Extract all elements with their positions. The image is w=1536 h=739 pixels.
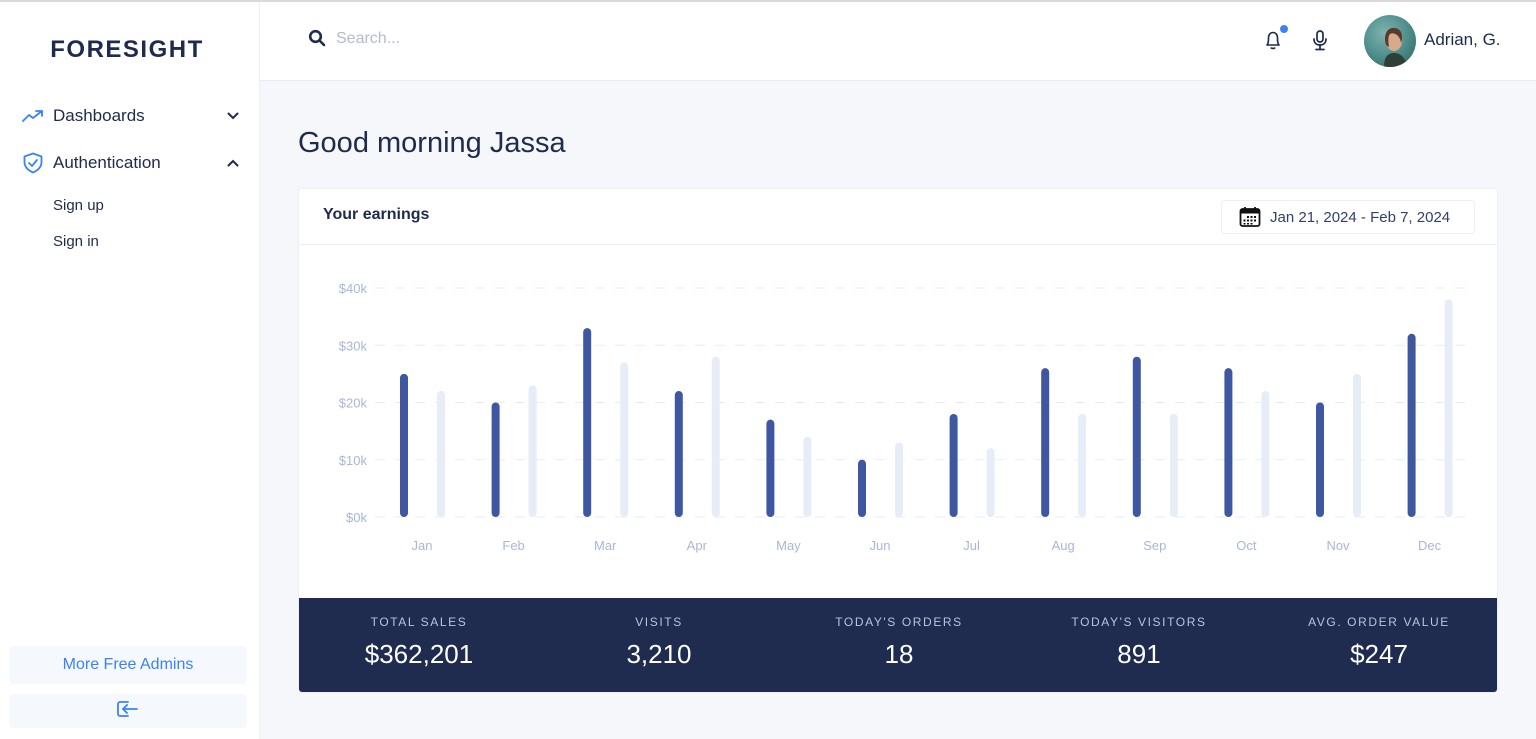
sidebar-item-label: Dashboards <box>53 106 145 125</box>
chevron-down-icon[interactable] <box>226 109 240 123</box>
earnings-card: Your earnings Jan 21, 2024 - Feb 7, 2024 <box>298 188 1498 693</box>
stat-label: AVG. ORDER VALUE <box>1308 615 1450 629</box>
y-tick-label: $10k <box>339 453 368 468</box>
top-header: Adrian, G. <box>260 2 1536 81</box>
y-tick-label: $40k <box>339 281 368 296</box>
x-tick-label: Aug <box>1052 538 1075 553</box>
stat-todays-visitors: TODAY'S VISITORS 891 <box>1019 598 1259 692</box>
x-tick-label: Nov <box>1326 538 1350 553</box>
microphone-icon[interactable] <box>1310 29 1332 53</box>
stat-value: 3,210 <box>626 639 692 669</box>
user-name[interactable]: Adrian, G. <box>1424 30 1501 50</box>
date-range-label: Jan 21, 2024 - Feb 7, 2024 <box>1270 208 1451 226</box>
trending-up-icon <box>22 105 44 127</box>
y-tick-label: $0k <box>346 510 367 525</box>
sidebar: FORESIGHT Dashboards Authentication Sign… <box>0 2 260 739</box>
notification-bell-icon[interactable] <box>1263 25 1288 52</box>
y-tick-label: $20k <box>339 396 368 411</box>
sidebar-item-dashboards[interactable]: Dashboards <box>22 101 240 131</box>
logout-icon <box>117 700 139 723</box>
x-tick-label: Jan <box>412 538 433 553</box>
sidebar-subitem-sign-up[interactable]: Sign up <box>53 197 104 214</box>
stat-value: 891 <box>1117 639 1161 669</box>
search-input[interactable] <box>336 26 636 52</box>
notification-badge <box>1280 25 1288 33</box>
x-tick-label: Feb <box>502 538 524 553</box>
stat-avg-order-value: AVG. ORDER VALUE $247 <box>1259 598 1497 692</box>
calendar-icon <box>1239 206 1261 228</box>
x-tick-label: Dec <box>1418 538 1442 553</box>
earnings-bar-chart: $0k $10k $20k $30k $40k Jan Feb Mar Apr May Jun Jul… <box>339 281 1475 553</box>
stat-label: TODAY'S ORDERS <box>835 615 963 629</box>
stat-label: TODAY'S VISITORS <box>1071 615 1207 629</box>
earnings-card-header: Your earnings Jan 21, 2024 - Feb 7, 2024 <box>299 189 1497 245</box>
stat-value: $362,201 <box>364 639 474 669</box>
x-tick-label: Sep <box>1143 538 1166 553</box>
sidebar-item-label: Authentication <box>53 153 161 172</box>
x-tick-label: Mar <box>594 538 617 553</box>
earnings-title: Your earnings <box>323 206 430 223</box>
sidebar-subitem-sign-in[interactable]: Sign in <box>53 233 99 250</box>
date-range-picker[interactable]: Jan 21, 2024 - Feb 7, 2024 <box>1221 200 1475 234</box>
stat-value: 18 <box>884 639 914 669</box>
x-tick-label: Apr <box>687 538 708 553</box>
x-tick-label: Jul <box>963 538 980 553</box>
sidebar-item-authentication[interactable]: Authentication <box>22 148 240 178</box>
shield-check-icon <box>22 152 44 174</box>
user-avatar[interactable] <box>1364 15 1416 67</box>
search-icon <box>308 29 328 49</box>
stats-bar: TOTAL SALES $362,201 VISITS 3,210 TODAY'… <box>299 598 1497 692</box>
stat-label: VISITS <box>635 615 683 629</box>
chevron-up-icon[interactable] <box>226 156 240 170</box>
app-logo[interactable]: FORESIGHT <box>0 36 254 64</box>
stat-visits: VISITS 3,210 <box>539 598 779 692</box>
stat-label: TOTAL SALES <box>370 615 468 629</box>
more-free-admins-button[interactable]: More Free Admins <box>9 646 247 684</box>
stat-todays-orders: TODAY'S ORDERS 18 <box>779 598 1019 692</box>
x-tick-label: Jun <box>870 538 891 553</box>
stat-total-sales: TOTAL SALES $362,201 <box>299 598 539 692</box>
page-title: Good morning Jassa <box>298 127 566 159</box>
x-tick-label: Oct <box>1236 538 1257 553</box>
x-tick-label: May <box>776 538 801 553</box>
y-tick-label: $30k <box>339 338 368 353</box>
stat-value: $247 <box>1350 639 1408 669</box>
logout-button[interactable] <box>9 694 247 728</box>
